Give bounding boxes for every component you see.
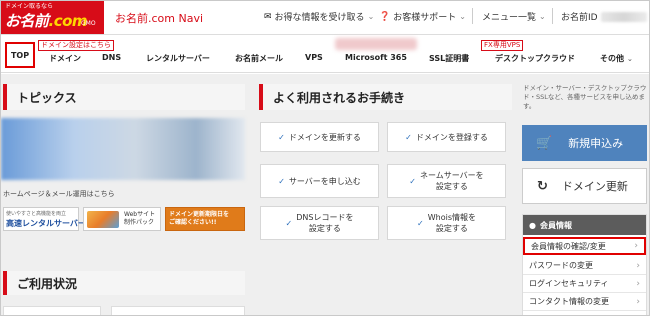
- check-icon: ✓: [278, 132, 285, 142]
- header-link-newsletter-label: お得な情報を受け取る: [274, 13, 365, 23]
- member-item-label: 会員情報の確認/変更: [531, 241, 606, 251]
- member-item-contact[interactable]: コンタクト情報の変更 ›: [523, 293, 646, 311]
- refresh-icon: ↻: [537, 178, 548, 194]
- renew-domain-label: ドメインを更新する: [288, 132, 361, 142]
- nav-badge-fx[interactable]: FX専用VPS: [481, 40, 524, 51]
- topics-heading: トピックス: [3, 84, 245, 110]
- nav-item-domain[interactable]: ドメイン: [49, 53, 81, 64]
- whois-label: Whois情報を 設定する: [427, 213, 476, 233]
- help-icon: ❓: [379, 11, 391, 22]
- nav-item-others[interactable]: その他 ⌄: [600, 53, 633, 64]
- service-note: ドメイン・サーバー・デスクトップクラウド・SSLなど、各種サービスを申し込めます…: [523, 84, 647, 110]
- header-link-support-label: お客様サポート: [393, 13, 457, 23]
- header-bar: ドメイン取るなら お名前.com GMO お名前.com Navi ✉ お得な情…: [1, 1, 649, 35]
- usage-panel: [111, 306, 245, 315]
- banner-rental-server-tagline: 使いやすさと高機能を両立: [6, 211, 67, 217]
- nameserver-button[interactable]: ✓ ネームサーバーを 設定する: [387, 164, 506, 198]
- nav-item-top[interactable]: TOP: [5, 42, 35, 68]
- browser-frame: ドメイン取るなら お名前.com GMO お名前.com Navi ✉ お得な情…: [0, 0, 650, 316]
- register-domain-button[interactable]: ✓ ドメインを登録する: [387, 122, 506, 152]
- chevron-right-icon: ›: [636, 278, 640, 289]
- apply-server-button[interactable]: ✓ サーバーを申し込む: [260, 164, 379, 198]
- register-domain-label: ドメインを登録する: [415, 132, 488, 142]
- whois-button[interactable]: ✓ Whois情報を 設定する: [387, 206, 506, 240]
- onamae-logo[interactable]: ドメイン取るなら お名前.com GMO: [1, 1, 104, 34]
- dns-record-label: DNSレコードを 設定する: [296, 213, 354, 233]
- banner-website-pack-text: Webサイト 制作パック: [124, 211, 156, 226]
- nav-item-ssl[interactable]: SSL証明書: [429, 53, 469, 64]
- cart-icon: 🛒: [536, 135, 553, 151]
- chevron-down-icon: ⌄: [539, 12, 546, 21]
- check-icon: ✓: [285, 218, 293, 228]
- header-link-newsletter[interactable]: ✉ お得な情報を受け取る ⌄: [264, 10, 375, 24]
- logo-company: GMO: [81, 20, 96, 27]
- member-item-label: ログインセキュリティ: [529, 279, 609, 288]
- banner-domain-renewal[interactable]: ドメイン更新期限日を ご確認ください!!: [165, 207, 245, 231]
- nameserver-label: ネームサーバーを 設定する: [420, 171, 484, 191]
- nav-item-mail[interactable]: お名前メール: [235, 53, 283, 64]
- main-content: トピックス ホームページ＆メール運用はこちら 使いやすさと高機能を両立 高速レン…: [1, 74, 649, 315]
- dns-record-button[interactable]: ✓ DNSレコードを 設定する: [260, 206, 379, 240]
- banner-rental-server-title: 高速レンタルサーバー: [6, 219, 86, 228]
- header-link-support[interactable]: ❓ お客様サポート ⌄: [379, 10, 466, 24]
- member-info-panel: ● 会員情報 会員情報の確認/変更 › パスワードの変更 › ログインセキュリテ…: [522, 214, 647, 315]
- member-info-title: 会員情報: [539, 220, 572, 230]
- domain-renewal-label: ドメイン更新: [561, 180, 628, 193]
- user-icon: ●: [529, 220, 536, 230]
- logo-brand: お名前.com: [5, 10, 88, 31]
- mail-icon: ✉: [264, 11, 272, 22]
- member-info-heading: ● 会員情報: [523, 215, 646, 235]
- check-icon: ✓: [405, 132, 412, 142]
- check-icon: ✓: [278, 176, 285, 186]
- logo-tagline: ドメイン取るなら: [5, 3, 54, 10]
- logo-brand-main: お名前: [5, 12, 49, 30]
- nav-item-dns[interactable]: DNS: [102, 53, 121, 62]
- global-nav: ドメイン設定はこちら FX専用VPS TOP ドメイン DNS レンタルサーバー…: [1, 35, 649, 73]
- header-separator: [472, 8, 473, 24]
- header-separator: [552, 8, 553, 24]
- chevron-right-icon: ›: [636, 296, 640, 307]
- new-application-label: 新規申込み: [568, 137, 624, 150]
- chevron-right-icon: ›: [634, 241, 638, 251]
- nav-item-rental-server[interactable]: レンタルサーバー: [146, 53, 210, 64]
- member-item-login-security[interactable]: ログインセキュリティ ›: [523, 275, 646, 293]
- banner-rental-server[interactable]: 使いやすさと高機能を両立 高速レンタルサーバー: [3, 207, 86, 231]
- banner-website-pack[interactable]: Webサイト 制作パック: [83, 207, 161, 231]
- nav-item-desktop-cloud[interactable]: デスクトップクラウド: [495, 53, 575, 64]
- member-item-confirm-change[interactable]: 会員情報の確認/変更 ›: [523, 237, 646, 255]
- apply-server-label: サーバーを申し込む: [288, 176, 361, 186]
- domain-renewal-button[interactable]: ↻ ドメイン更新: [522, 168, 647, 204]
- usage-heading: ご利用状況: [3, 271, 245, 295]
- member-item-label: パスワードの変更: [529, 261, 593, 270]
- nav-item-vps[interactable]: VPS: [305, 53, 323, 62]
- header-link-account-label: お名前ID: [561, 13, 598, 23]
- header-link-account[interactable]: お名前ID ⌄: [561, 10, 649, 23]
- chevron-down-icon: ⌄: [367, 12, 375, 21]
- website-pack-image: [87, 211, 119, 228]
- header-link-menu-label: メニュー一覧: [482, 13, 537, 23]
- procedures-heading: よく利用されるお手続き: [259, 84, 512, 110]
- usage-panel: [3, 306, 101, 315]
- banner-domain-renewal-text: ドメイン更新期限日を ご確認ください!!: [169, 211, 230, 226]
- nav-badge-redacted: [335, 38, 417, 50]
- account-id-redacted: [600, 11, 647, 22]
- chevron-down-icon: ⌄: [627, 55, 633, 63]
- member-item-label: コンタクト情報の変更: [529, 297, 609, 306]
- new-application-button[interactable]: 🛒 新規申込み: [522, 125, 647, 161]
- navi-title: お名前.com Navi: [115, 12, 204, 25]
- nav-item-others-label: その他: [600, 54, 624, 63]
- header-link-menu[interactable]: メニュー一覧 ⌄: [482, 10, 546, 23]
- member-item-password[interactable]: パスワードの変更 ›: [523, 257, 646, 275]
- chevron-down-icon: ⌄: [459, 12, 466, 21]
- chevron-right-icon: ›: [636, 260, 640, 271]
- nav-badge-domain[interactable]: ドメイン設定はこちら: [38, 40, 114, 51]
- check-icon: ✓: [417, 218, 424, 228]
- topics-banner-image[interactable]: [1, 118, 245, 180]
- topics-caption[interactable]: ホームページ＆メール運用はこちら: [3, 189, 115, 199]
- nav-item-microsoft365[interactable]: Microsoft 365: [345, 53, 407, 62]
- check-icon: ✓: [409, 176, 416, 186]
- renew-domain-button[interactable]: ✓ ドメインを更新する: [260, 122, 379, 152]
